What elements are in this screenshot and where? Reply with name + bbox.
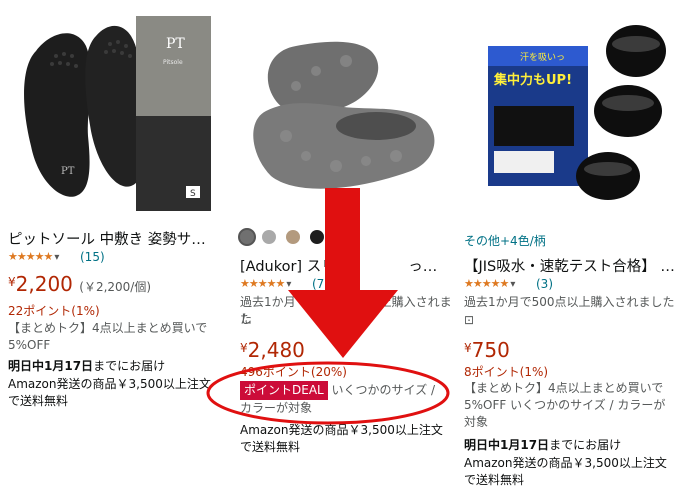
product-title[interactable]: 【JIS吸水・速乾テスト合格】 … <box>464 255 678 276</box>
insoles-image: PT PT Pitsole S <box>6 6 216 216</box>
coupon-line-1: 【まとめトク】4点以上まとめ買いで <box>464 381 664 395</box>
review-count[interactable]: (73) <box>312 277 337 291</box>
color-swatch-gray-selected[interactable] <box>238 228 256 246</box>
color-swatch-beige[interactable] <box>286 230 300 244</box>
delivery-date: 明日中1月17日までにお届け <box>8 359 166 373</box>
chevron-down-icon: ▾ <box>54 252 60 263</box>
points: 22ポイント(1%) <box>8 304 100 318</box>
variants-link[interactable]: その他+4色/柄 <box>464 232 546 249</box>
product-title[interactable]: [Adukor] スリ… った… <box>240 255 450 276</box>
product-card-1[interactable]: PT PT Pitsole S ピットソール 中敷き 姿勢サポ… ★★★★★ ▾ … <box>0 0 222 497</box>
bought-count: 過去1か月で 上購入されまし <box>240 295 452 326</box>
chevron-down-icon: ▾ <box>286 279 292 290</box>
points-deal-line: ポイントDEAL いくつかのサイズ / <box>240 381 435 400</box>
coupon-line-2: 5%OFF いくつかのサイズ / カラーが <box>464 398 666 412</box>
box-banner: 集中力もUP! <box>493 72 572 88</box>
box-size: S <box>190 189 196 199</box>
star-rating[interactable]: ★★★★★ ▾ <box>240 277 291 290</box>
insole-logo-mark: PT <box>61 166 75 177</box>
shipping-line-2: で送料無料 <box>8 394 69 408</box>
box-top-text: 汗を吸いっ <box>520 51 565 63</box>
shipping-line-2: で送料無料 <box>464 473 525 487</box>
bought-count: 過去1か月で500点以上購入されました <box>464 295 675 309</box>
color-swatch-light-gray[interactable] <box>262 230 276 244</box>
bought-count-2: た <box>240 312 253 326</box>
color-swatch-black[interactable] <box>310 230 324 244</box>
chevron-down-icon: ▾ <box>510 279 516 290</box>
shipping-line-2: で送料無料 <box>240 440 301 454</box>
unit-price: (￥2,200/個) <box>79 280 152 294</box>
product-image-slippers[interactable] <box>236 6 446 216</box>
price[interactable]: ¥750 <box>464 338 510 362</box>
box-brand: PT <box>166 36 185 52</box>
points: 8ポイント(1%) <box>464 365 549 379</box>
shipping-line-1: Amazon発送の商品￥3,500以上注文 <box>240 423 443 437</box>
product-card-2[interactable]: [Adukor] スリ… った… ★★★★★ ▾ (73) 過去1か月で 上購入さ… <box>232 0 452 497</box>
share-icon: ⊡ <box>464 313 475 327</box>
points: 496ポイント(20%) <box>240 365 347 379</box>
shipping-line-1: Amazon発送の商品￥3,500以上注文 <box>8 377 211 391</box>
coupon-line-1: 【まとめトク】4点以上まとめ買いで <box>8 321 208 335</box>
points-deal-badge: ポイントDEAL <box>240 381 328 400</box>
box-sub: Pitsole <box>163 59 183 66</box>
price[interactable]: ¥2,200 (￥2,200/個) <box>8 272 151 296</box>
review-count[interactable]: (15) <box>80 250 105 264</box>
product-image-insoles[interactable]: PT PT Pitsole S <box>6 6 216 216</box>
slippers-image <box>236 6 446 216</box>
product-image-headbands[interactable]: 汗を吸いっ 集中力もUP! <box>458 6 672 216</box>
coupon-line-2: 5%OFF <box>8 338 51 352</box>
deal-target: カラーが対象 <box>240 401 313 415</box>
star-rating[interactable]: ★★★★★ ▾ <box>8 250 59 263</box>
dropdown-mark: ⊡ <box>464 312 474 329</box>
star-rating[interactable]: ★★★★★ ▾ <box>464 277 515 290</box>
coupon-line-3: 対象 <box>464 415 489 429</box>
delivery-date: 明日中1月17日までにお届け <box>464 438 622 452</box>
product-card-3[interactable]: 汗を吸いっ 集中力もUP! その他+4色/柄 【JIS吸水・速乾テスト合格】 …… <box>456 0 680 497</box>
shipping-line-1: Amazon発送の商品￥3,500以上注文 <box>464 456 667 470</box>
headbands-image: 汗を吸いっ 集中力もUP! <box>458 6 672 216</box>
price[interactable]: ¥2,480 <box>240 338 305 362</box>
product-title[interactable]: ピットソール 中敷き 姿勢サポ… <box>8 228 218 249</box>
review-count[interactable]: (3) <box>536 277 553 291</box>
